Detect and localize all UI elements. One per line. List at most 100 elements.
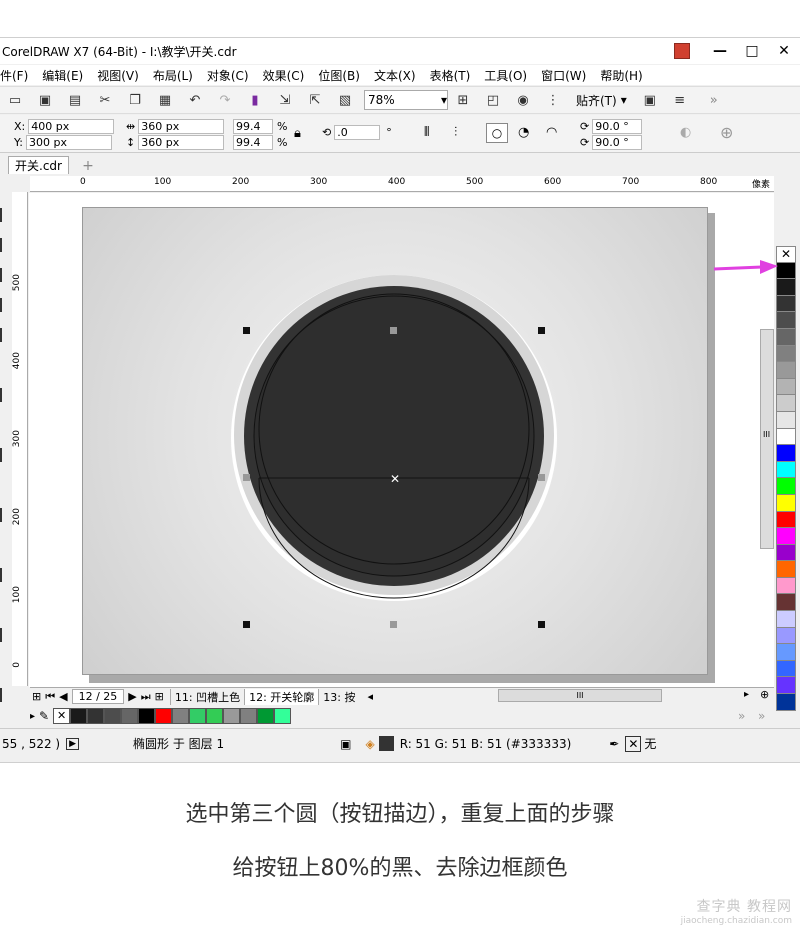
app-launcher-icon[interactable]: ≡ [671, 91, 689, 109]
width-field[interactable]: ⇹ 360 px [126, 119, 225, 134]
palette-swatch[interactable] [206, 708, 224, 724]
width-input[interactable]: 360 px [138, 119, 225, 134]
more-icon[interactable]: » [705, 91, 723, 109]
palette-swatch[interactable] [240, 708, 258, 724]
selection-handle-tr[interactable] [538, 327, 545, 334]
palette-swatch[interactable] [776, 561, 796, 578]
palette-scroll-icon[interactable]: » [738, 709, 745, 723]
scale-width-input[interactable]: 99.4 [233, 119, 273, 134]
menu-effects[interactable]: 效果(C) [263, 67, 305, 84]
publish-pdf-icon[interactable]: ▧ [336, 91, 354, 109]
add-page-icon[interactable]: ⊞ [32, 690, 41, 703]
page-tab-11[interactable]: 11: 凹槽上色 [169, 688, 244, 705]
x-position-field[interactable]: X: 400 px [14, 119, 115, 134]
pie-icon[interactable]: ◔ [518, 125, 529, 140]
shape-tool-icon[interactable] [0, 238, 10, 252]
palette-swatch[interactable] [776, 328, 796, 346]
redo-icon[interactable]: ↷ [216, 91, 234, 109]
mirror-horizontal-icon[interactable]: ⫴ [424, 125, 429, 140]
close-button[interactable]: ✕ [768, 38, 800, 64]
full-screen-icon[interactable]: ⊞ [454, 91, 472, 109]
freehand-tool-icon[interactable] [0, 328, 10, 342]
palette-swatch[interactable] [776, 594, 796, 612]
start-angle-field[interactable]: ⟳ 90.0 ° [580, 119, 643, 134]
end-angle-field[interactable]: ⟳ 90.0 ° [580, 135, 643, 150]
arc-icon[interactable]: ◠ [546, 125, 557, 140]
x-input[interactable]: 400 px [28, 119, 115, 134]
palette-swatch[interactable] [776, 279, 796, 296]
y-position-field[interactable]: Y: 300 px [14, 135, 112, 150]
no-color-swatch[interactable]: ✕ [53, 708, 71, 724]
palette-swatch[interactable] [70, 708, 88, 724]
scroll-left-icon[interactable]: ◂ [368, 690, 374, 703]
tab-document[interactable]: 开关.cdr [8, 156, 69, 174]
node-handle-top[interactable] [390, 327, 397, 334]
palette-swatch[interactable] [776, 577, 796, 595]
menu-window[interactable]: 窗口(W) [541, 67, 586, 84]
scale-height-field[interactable]: 99.4 % [230, 135, 287, 150]
options-icon[interactable]: ▣ [641, 91, 659, 109]
menu-help[interactable]: 帮助(H) [600, 67, 642, 84]
paste-icon[interactable]: ▦ [156, 91, 174, 109]
palette-swatch[interactable] [257, 708, 275, 724]
palette-swatch[interactable] [776, 511, 796, 529]
palette-swatch[interactable] [104, 708, 122, 724]
text-tool-icon[interactable] [0, 568, 10, 582]
copy-icon[interactable]: ❐ [126, 91, 144, 109]
end-angle-input[interactable]: 90.0 ° [592, 135, 643, 150]
search-content-icon[interactable]: ▮ [246, 91, 264, 109]
palette-swatch[interactable] [223, 708, 241, 724]
zoom-tool-icon[interactable] [0, 298, 10, 312]
lock-ratio-icon[interactable]: 🔒︎ [294, 126, 301, 141]
menu-edit[interactable]: 编辑(E) [42, 67, 83, 84]
add-icon[interactable]: ⊕ [720, 123, 733, 142]
crop-tool-icon[interactable] [0, 268, 10, 282]
scale-width-field[interactable]: 99.4 % [230, 119, 287, 134]
palette-swatch[interactable] [776, 494, 796, 512]
zoom-level-select[interactable]: 78% ▾ [364, 90, 448, 110]
first-page-icon[interactable]: ⏮ [45, 690, 55, 704]
guidelines-icon[interactable]: ⋮ [544, 91, 562, 109]
open-icon[interactable]: ▭ [6, 91, 24, 109]
palette-swatch[interactable] [776, 411, 796, 429]
palette-swatch[interactable] [776, 627, 796, 645]
node-handle-left[interactable] [243, 474, 250, 481]
horizontal-scrollbar[interactable]: III [498, 689, 662, 702]
palette-swatch[interactable] [776, 445, 796, 462]
drawing-canvas[interactable]: ✕ [29, 193, 774, 687]
palette-swatch[interactable] [776, 312, 796, 329]
play-icon[interactable]: ▶ [66, 737, 80, 750]
palette-swatch[interactable] [138, 708, 156, 724]
scale-height-input[interactable]: 99.4 [233, 135, 273, 150]
menu-tools[interactable]: 工具(O) [484, 67, 527, 84]
next-page-icon[interactable]: ▶ [128, 690, 136, 703]
palette-more-icon[interactable]: » [758, 709, 765, 723]
eyedropper-icon[interactable]: ✎ [39, 709, 49, 723]
page-tab-12[interactable]: 12: 开关轮廓 [244, 688, 319, 705]
height-input[interactable]: 360 px [138, 135, 225, 150]
polygon-tool-icon[interactable] [0, 508, 10, 522]
palette-swatch[interactable] [776, 611, 796, 628]
palette-swatch[interactable] [776, 428, 796, 446]
user-icon[interactable] [674, 43, 690, 59]
menu-object[interactable]: 对象(C) [207, 67, 249, 84]
last-page-icon[interactable]: ⏭ [141, 690, 151, 704]
object-details-icon[interactable]: ▣ [340, 737, 351, 751]
palette-swatch[interactable] [776, 544, 796, 562]
start-angle-input[interactable]: 90.0 ° [592, 119, 643, 134]
scroll-right-icon[interactable]: ▸ [744, 689, 749, 700]
selection-handle-br[interactable] [538, 621, 545, 628]
selection-handle-bl[interactable] [243, 621, 250, 628]
palette-swatch[interactable] [776, 295, 796, 313]
menu-view[interactable]: 视图(V) [97, 67, 139, 84]
add-page-end-icon[interactable]: ⊞ [155, 690, 164, 703]
export-icon[interactable]: ⇱ [306, 91, 324, 109]
palette-swatch[interactable] [121, 708, 139, 724]
palette-swatch[interactable] [776, 378, 796, 396]
y-input[interactable]: 300 px [25, 135, 112, 150]
view-icon[interactable]: ◉ [514, 91, 532, 109]
palette-swatch[interactable] [776, 362, 796, 379]
vertical-scrollbar[interactable]: III [760, 329, 774, 549]
direction-icon[interactable]: ◐ [680, 125, 691, 140]
menu-file[interactable]: 件(F) [0, 67, 28, 84]
